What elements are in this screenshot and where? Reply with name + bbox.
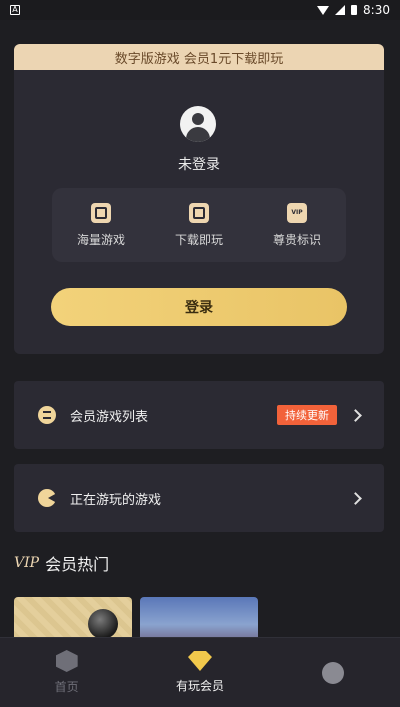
tab-home[interactable]: 首页 bbox=[17, 650, 117, 695]
vip-badge-icon: VIP bbox=[287, 202, 307, 223]
wifi-icon bbox=[317, 5, 330, 15]
tab-home-label: 首页 bbox=[54, 680, 79, 694]
playing-games-row[interactable]: 正在游玩的游戏 bbox=[14, 464, 384, 532]
playing-games-label: 正在游玩的游戏 bbox=[70, 492, 162, 508]
bottom-tab-bar: 首页 有玩会员 bbox=[0, 637, 400, 707]
status-time: 8:30 bbox=[363, 3, 390, 17]
section-title: VIP 会员热门 bbox=[14, 551, 109, 575]
login-status-text[interactable]: 未登录 bbox=[14, 154, 384, 174]
diamond-icon bbox=[187, 651, 212, 671]
list-icon bbox=[38, 406, 56, 424]
vip-logo-icon: VIP bbox=[14, 555, 40, 571]
member-games-label: 会员游戏列表 bbox=[70, 409, 149, 425]
perk-label: 尊贵标识 bbox=[272, 232, 321, 247]
signal-icon bbox=[335, 5, 346, 15]
status-right: 8:30 bbox=[317, 3, 390, 17]
vip-badge-text: VIP bbox=[291, 209, 303, 216]
perks-panel: 海量游戏 下载即玩 VIP 尊贵标识 bbox=[52, 188, 346, 262]
profile-icon bbox=[322, 661, 345, 684]
perk-vip-badge[interactable]: VIP 尊贵标识 bbox=[252, 202, 342, 248]
games-icon bbox=[91, 202, 111, 223]
tab-mine[interactable] bbox=[283, 661, 383, 684]
avatar-body-icon bbox=[186, 127, 210, 142]
tab-vip-label: 有玩会员 bbox=[175, 679, 224, 693]
download-icon bbox=[189, 202, 209, 223]
avatar-head-icon bbox=[192, 113, 204, 125]
battery-icon bbox=[351, 5, 358, 15]
status-badge: 持续更新 bbox=[277, 405, 337, 425]
home-icon bbox=[55, 650, 78, 672]
notification-icon: A bbox=[10, 5, 20, 15]
status-bar: A 8:30 bbox=[0, 0, 400, 20]
game-art-ball bbox=[88, 609, 118, 639]
avatar[interactable] bbox=[180, 106, 216, 142]
perk-label: 海量游戏 bbox=[76, 232, 125, 247]
chevron-right-icon bbox=[349, 408, 362, 422]
perk-download[interactable]: 下载即玩 bbox=[154, 202, 244, 248]
chevron-right-icon bbox=[349, 491, 362, 505]
pacman-icon bbox=[38, 489, 57, 507]
tab-vip[interactable]: 有玩会员 bbox=[150, 651, 250, 694]
promo-banner[interactable]: 数字版游戏 会员1元下载即玩 bbox=[14, 44, 384, 70]
section-title-text: 会员热门 bbox=[45, 555, 110, 574]
member-games-row[interactable]: 会员游戏列表 持续更新 bbox=[14, 381, 384, 449]
login-button[interactable]: 登录 bbox=[51, 288, 347, 326]
perk-games[interactable]: 海量游戏 bbox=[56, 202, 146, 248]
membership-card: 数字版游戏 会员1元下载即玩 未登录 海量游戏 下载即玩 VIP 尊贵标识 登录 bbox=[14, 44, 384, 354]
perk-label: 下载即玩 bbox=[174, 232, 223, 247]
